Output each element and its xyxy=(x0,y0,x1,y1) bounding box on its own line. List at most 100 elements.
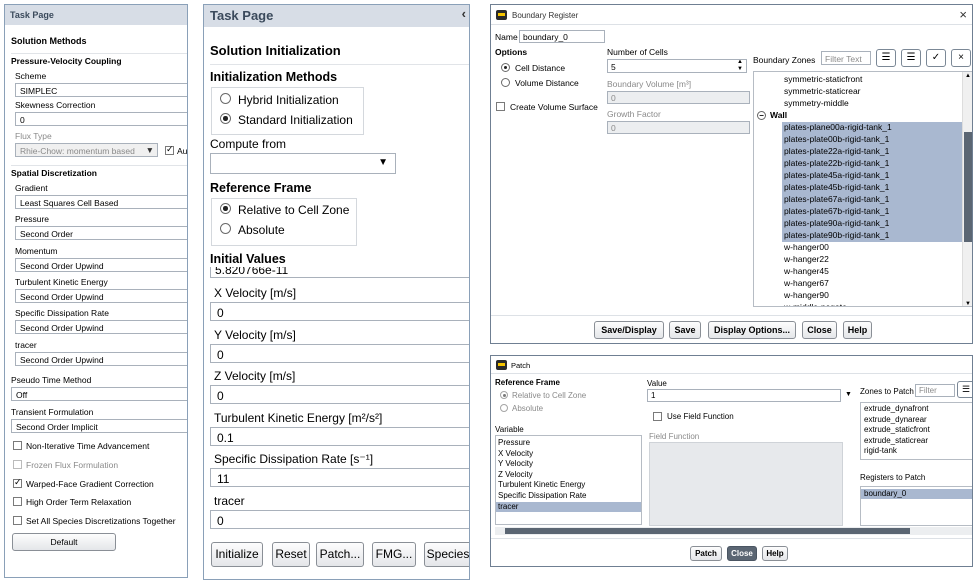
filter-icon[interactable]: ☰ xyxy=(957,381,972,398)
create-surface-checkbox[interactable] xyxy=(496,102,505,111)
variable-item[interactable]: Turbulent Kinetic Energy xyxy=(496,480,641,490)
initial-value-input[interactable]: 0 xyxy=(210,343,469,363)
action-button[interactable]: Species xyxy=(424,542,469,567)
chevron-down-icon[interactable]: ▼ xyxy=(845,391,852,398)
zone-item[interactable]: extrude_dynarear xyxy=(861,415,972,425)
dialog-button[interactable]: Save xyxy=(669,321,701,339)
initial-value-input[interactable]: 0 xyxy=(210,302,469,321)
close-icon[interactable]: × xyxy=(959,7,967,22)
initial-values-scroll[interactable]: 5.820766e-11 X Velocity [m/s] 0 Y Velocity… xyxy=(210,267,469,537)
zone-item[interactable]: plates-plate67a-rigid-tank_1 xyxy=(754,194,972,206)
zone-item[interactable]: plates-plate22a-rigid-tank_1 xyxy=(754,146,972,158)
absolute-radio[interactable] xyxy=(220,223,231,234)
dialog-button[interactable]: Save/Display xyxy=(594,321,664,339)
zone-item[interactable]: symmetric-staticfront xyxy=(754,74,972,86)
variable-item[interactable]: X Velocity xyxy=(496,449,641,459)
dialog-button[interactable]: Help xyxy=(762,546,788,561)
initial-value-input[interactable]: 0 xyxy=(210,385,469,404)
zone-item[interactable]: plates-plate90a-rigid-tank_1 xyxy=(754,218,972,230)
name-input[interactable]: boundary_0 xyxy=(519,30,605,43)
boundary-volume-input[interactable]: 0 xyxy=(607,91,750,104)
action-button[interactable]: Patch... xyxy=(316,542,364,567)
zone-filter-input[interactable]: Filter xyxy=(915,384,955,397)
zone-item[interactable]: w-hanger00 xyxy=(754,242,972,254)
dialog-button[interactable]: Display Options... xyxy=(708,321,796,339)
zone-item[interactable]: plates-plane00a-rigid-tank_1 xyxy=(754,122,972,134)
variable-list[interactable]: Pressure X Velocity Y Velocity Z Velocity Tu… xyxy=(495,435,642,525)
zone-item[interactable]: w-hanger67 xyxy=(754,278,972,290)
registers-list[interactable]: boundary_0 xyxy=(860,486,972,526)
option-checkbox[interactable] xyxy=(13,441,22,450)
variable-item[interactable]: Y Velocity xyxy=(496,459,641,469)
zone-item[interactable]: w-hanger22 xyxy=(754,254,972,266)
collapse-icon[interactable]: − xyxy=(757,111,766,120)
num-cells-spinner[interactable]: 5 ▲ ▼ xyxy=(607,59,747,73)
zone-item[interactable]: w-hanger45 xyxy=(754,266,972,278)
volume-distance-radio[interactable] xyxy=(501,78,510,87)
value-input[interactable]: 5.820766e-11 xyxy=(210,267,469,278)
zone-item[interactable]: plates-plate45b-rigid-tank_1 xyxy=(754,182,972,194)
auto-checkbox[interactable]: ✓ xyxy=(165,144,174,155)
skewness-input[interactable]: 0 xyxy=(15,112,187,126)
zone-item[interactable]: plates-plate90b-rigid-tank_1 xyxy=(754,230,972,242)
initial-value-input[interactable]: 11 xyxy=(210,468,469,487)
value-input[interactable]: 1 xyxy=(647,389,841,402)
clear-list-icon[interactable]: × xyxy=(951,49,971,67)
standard-radio[interactable] xyxy=(220,113,231,124)
spatial-row-select[interactable]: Second Order xyxy=(15,226,187,241)
compute-from-select[interactable]: ▼ xyxy=(210,153,396,174)
horizontal-scrollbar[interactable] xyxy=(495,527,972,535)
scheme-select[interactable]: SIMPLEC xyxy=(15,83,187,97)
scroll-up-icon[interactable]: ▲ xyxy=(965,73,971,79)
spinner-arrows-icon[interactable]: ▲ ▼ xyxy=(737,60,743,72)
cell-distance-radio[interactable] xyxy=(501,63,510,72)
spatial-row-select[interactable]: Least Squares Cell Based xyxy=(15,195,187,209)
select-all-icon[interactable]: ☰ xyxy=(901,49,921,67)
variable-item[interactable]: Specific Dissipation Rate xyxy=(496,491,641,501)
option-checkbox[interactable] xyxy=(13,459,22,469)
zone-filter-input[interactable]: Filter Text xyxy=(821,51,871,65)
variable-item[interactable]: Z Velocity xyxy=(496,470,641,480)
flux-type-select[interactable]: Rhie-Chow: momentum based ▼ xyxy=(15,143,158,157)
spatial-row-select[interactable]: Second Order Upwind xyxy=(15,351,187,366)
register-item[interactable]: boundary_0 xyxy=(861,489,972,499)
zone-item[interactable]: extrude_dynafront xyxy=(861,404,972,414)
spatial-row-select[interactable]: Second Order Upwind xyxy=(15,320,187,335)
zones-to-patch-list[interactable]: extrude_dynafront extrude_dynarear extrude… xyxy=(860,402,972,460)
option-checkbox[interactable] xyxy=(13,497,22,507)
zone-item[interactable]: rigid-tank xyxy=(861,446,972,456)
use-field-function-checkbox[interactable] xyxy=(653,412,662,421)
pseudo-time-select[interactable]: Off xyxy=(11,387,187,401)
relative-radio[interactable] xyxy=(500,391,508,399)
filter-icon[interactable]: ☰ xyxy=(876,49,896,67)
dialog-button[interactable]: Patch xyxy=(690,546,722,561)
field-function-list[interactable] xyxy=(649,442,843,526)
spatial-row-select[interactable]: Second Order Upwind xyxy=(15,288,187,303)
spatial-row-select[interactable]: Second Order Upwind xyxy=(15,257,187,272)
dialog-button[interactable]: Close xyxy=(727,546,757,561)
option-checkbox[interactable] xyxy=(13,516,22,526)
action-button[interactable]: Initialize xyxy=(211,542,263,567)
dialog-button[interactable]: Help xyxy=(843,321,872,339)
absolute-radio[interactable] xyxy=(500,404,508,412)
initial-value-input[interactable]: 0 xyxy=(210,509,469,529)
relative-radio[interactable] xyxy=(220,203,231,214)
scroll-down-icon[interactable]: ▼ xyxy=(965,301,971,306)
zone-item[interactable]: plates-plate67b-rigid-tank_1 xyxy=(754,206,972,218)
zone-item[interactable]: plates-plate22b-rigid-tank_1 xyxy=(754,158,972,170)
zone-item[interactable]: symmetry-middle xyxy=(754,98,972,110)
zone-item[interactable]: w-hanger90 xyxy=(754,290,972,302)
initial-value-input[interactable]: 0.1 xyxy=(210,426,469,446)
transient-select[interactable]: Second Order Implicit xyxy=(11,419,187,433)
zone-item[interactable]: symmetric-staticrear xyxy=(754,86,972,98)
zone-item[interactable]: w-middle-negate xyxy=(754,302,972,306)
dialog-button[interactable]: Close xyxy=(802,321,837,339)
check-list-icon[interactable]: ✓ xyxy=(926,49,946,67)
scrollbar[interactable]: ▲ ▼ xyxy=(962,72,972,306)
growth-factor-input[interactable]: 0 xyxy=(607,121,750,134)
default-button[interactable]: Default xyxy=(12,533,116,551)
variable-item[interactable]: Pressure xyxy=(496,438,641,448)
hybrid-radio[interactable] xyxy=(220,93,231,104)
zone-group-wall[interactable]: − Wall xyxy=(754,110,972,122)
option-checkbox[interactable]: ✓ xyxy=(13,477,22,488)
